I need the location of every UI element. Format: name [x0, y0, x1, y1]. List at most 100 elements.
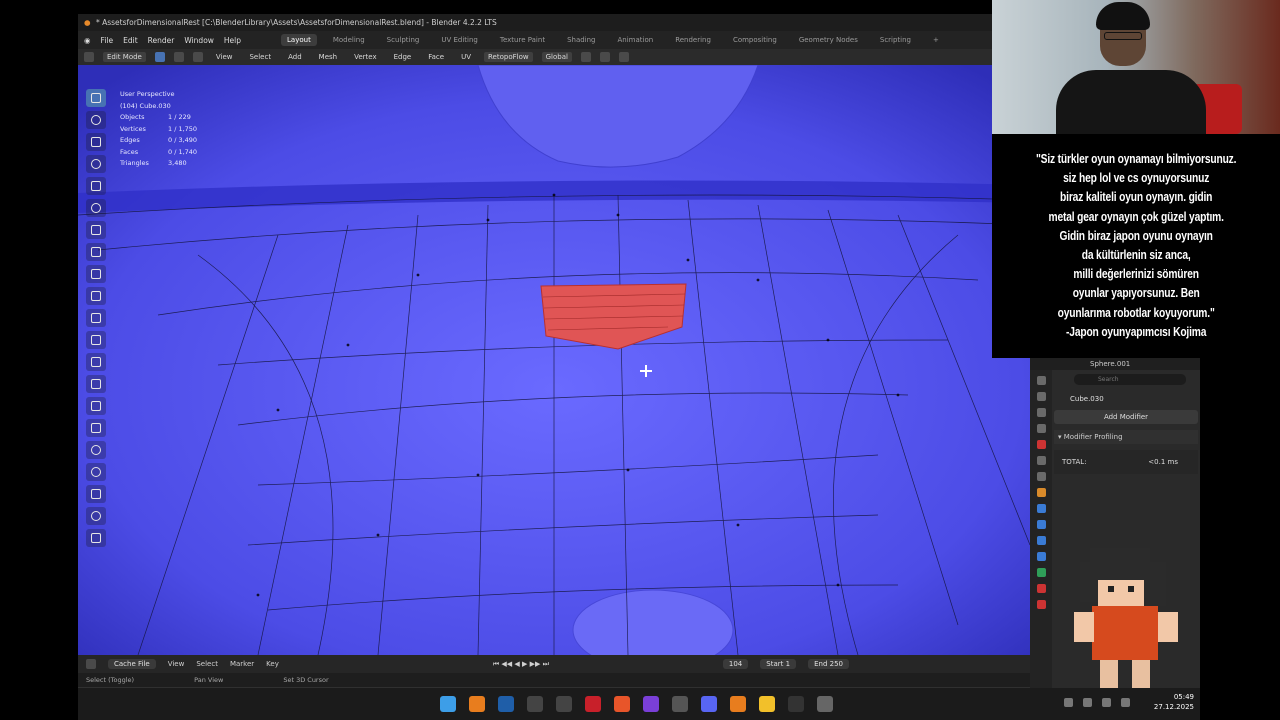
properties-search-input[interactable]: Search [1074, 374, 1186, 385]
explorer-taskbar-icon[interactable] [759, 696, 775, 712]
cache-file-dropdown[interactable]: Cache File [108, 659, 156, 669]
collection-tab-icon[interactable] [1036, 472, 1046, 481]
tab-shading[interactable]: Shading [561, 34, 601, 46]
output-tab-icon[interactable] [1036, 408, 1046, 417]
edge-slide-tool[interactable] [86, 463, 106, 481]
menu-edit[interactable]: Edit [123, 36, 138, 45]
timeline-menu-view[interactable]: View [168, 660, 185, 668]
tab-layout[interactable]: Layout [281, 34, 317, 46]
app-taskbar-icon-2[interactable] [556, 696, 572, 712]
app-taskbar-icon-3[interactable] [643, 696, 659, 712]
tool-tab-icon[interactable] [1036, 376, 1046, 385]
tab-geometry-nodes[interactable]: Geometry Nodes [793, 34, 864, 46]
tray-app-icon[interactable] [1083, 698, 1092, 707]
header-menu-face[interactable]: Face [424, 52, 448, 62]
blender-menu-icon[interactable]: ◉ [84, 36, 91, 45]
spin-tool[interactable] [86, 419, 106, 437]
tab-sculpting[interactable]: Sculpting [381, 34, 426, 46]
object-tab-icon[interactable] [1036, 488, 1046, 497]
blender-taskbar-icon-2[interactable] [730, 696, 746, 712]
header-menu-edge[interactable]: Edge [390, 52, 416, 62]
current-frame-field[interactable]: 104 [722, 659, 749, 669]
shrink-fatten-tool[interactable] [86, 485, 106, 503]
rip-tool[interactable] [86, 529, 106, 547]
transform-tool[interactable] [86, 199, 106, 217]
add-modifier-button[interactable]: Add Modifier [1054, 410, 1198, 424]
tab-compositing[interactable]: Compositing [727, 34, 783, 46]
particles-tab-icon[interactable] [1036, 520, 1046, 529]
menu-file[interactable]: File [101, 36, 114, 45]
add-cube-tool[interactable] [86, 265, 106, 283]
timeline-menu-key[interactable]: Key [266, 660, 279, 668]
tab-modeling[interactable]: Modeling [327, 34, 371, 46]
bevel-tool[interactable] [86, 331, 106, 349]
render-tab-icon[interactable] [1036, 392, 1046, 401]
taskbar-clock[interactable]: 05:49 27.12.2025 [1154, 692, 1194, 712]
windows-start-icon[interactable] [440, 696, 456, 712]
3d-viewport[interactable]: User Perspective (104) Cube.030 Objects 1… [78, 65, 1030, 655]
scale-tool[interactable] [86, 177, 106, 195]
photoshop-taskbar-icon[interactable] [498, 696, 514, 712]
face-select-icon[interactable] [192, 52, 203, 62]
measure-tool[interactable] [86, 243, 106, 261]
rotate-tool[interactable] [86, 155, 106, 173]
editor-type-icon[interactable] [84, 52, 94, 62]
object-name-field[interactable]: Cube.030 [1054, 391, 1198, 407]
tab-texture-paint[interactable]: Texture Paint [494, 34, 551, 46]
tab-rendering[interactable]: Rendering [669, 34, 717, 46]
snap-icon[interactable] [599, 52, 610, 62]
proportional-edit-icon[interactable] [618, 52, 629, 62]
physics-tab-icon[interactable] [1036, 536, 1046, 545]
tray-volume-icon[interactable] [1121, 698, 1130, 707]
start-frame-field[interactable]: Start 1 [760, 659, 797, 669]
menu-window[interactable]: Window [184, 36, 214, 45]
playback-controls[interactable]: ⏮ ◀◀ ◀ ▶ ▶▶ ⏭ [493, 660, 549, 669]
move-tool[interactable] [86, 133, 106, 151]
timeline-editor-icon[interactable] [86, 659, 96, 669]
blender-taskbar-icon[interactable] [469, 696, 485, 712]
loop-cut-tool[interactable] [86, 353, 106, 371]
pivot-icon[interactable] [580, 52, 591, 62]
shear-tool[interactable] [86, 507, 106, 525]
edge-select-icon[interactable] [173, 52, 184, 62]
brave-taskbar-icon[interactable] [614, 696, 630, 712]
cursor-tool[interactable] [86, 111, 106, 129]
header-menu-mesh[interactable]: Mesh [315, 52, 341, 62]
end-frame-field[interactable]: End 250 [808, 659, 849, 669]
tab-scripting[interactable]: Scripting [874, 34, 917, 46]
select-box-tool[interactable] [86, 89, 106, 107]
header-menu-vertex[interactable]: Vertex [350, 52, 381, 62]
add-workspace-button[interactable]: + [927, 34, 945, 46]
header-menu-add[interactable]: Add [284, 52, 306, 62]
orientation-dropdown[interactable]: Global [541, 52, 572, 62]
annotate-tool[interactable] [86, 221, 106, 239]
data-tab-icon[interactable] [1036, 568, 1046, 577]
tab-animation[interactable]: Animation [612, 34, 660, 46]
poly-build-tool[interactable] [86, 397, 106, 415]
inset-tool[interactable] [86, 309, 106, 327]
app-taskbar-icon-5[interactable] [788, 696, 804, 712]
tab-uv-editing[interactable]: UV Editing [435, 34, 484, 46]
opera-taskbar-icon[interactable] [585, 696, 601, 712]
modifier-profiling-panel[interactable]: ▾ Modifier Profiling [1054, 430, 1198, 444]
extrude-tool[interactable] [86, 287, 106, 305]
material-tab-icon[interactable] [1036, 584, 1046, 593]
header-menu-uv[interactable]: UV [457, 52, 475, 62]
tray-chevron-icon[interactable] [1064, 698, 1073, 707]
app-taskbar-icon-1[interactable] [527, 696, 543, 712]
outliner-row[interactable]: Sphere.001 [1030, 358, 1200, 370]
smooth-tool[interactable] [86, 441, 106, 459]
constraints-tab-icon[interactable] [1036, 552, 1046, 561]
world-tab-icon[interactable] [1036, 456, 1046, 465]
texture-tab-icon[interactable] [1036, 600, 1046, 609]
app-taskbar-icon-4[interactable] [672, 696, 688, 712]
vertex-select-icon[interactable] [154, 52, 165, 62]
timeline-menu-select[interactable]: Select [196, 660, 218, 668]
mode-selector[interactable]: Edit Mode [103, 52, 146, 62]
retopoflow-menu[interactable]: RetopoFlow [484, 52, 533, 62]
tray-network-icon[interactable] [1102, 698, 1111, 707]
knife-tool[interactable] [86, 375, 106, 393]
discord-taskbar-icon[interactable] [701, 696, 717, 712]
menu-render[interactable]: Render [148, 36, 175, 45]
view-layer-tab-icon[interactable] [1036, 424, 1046, 433]
